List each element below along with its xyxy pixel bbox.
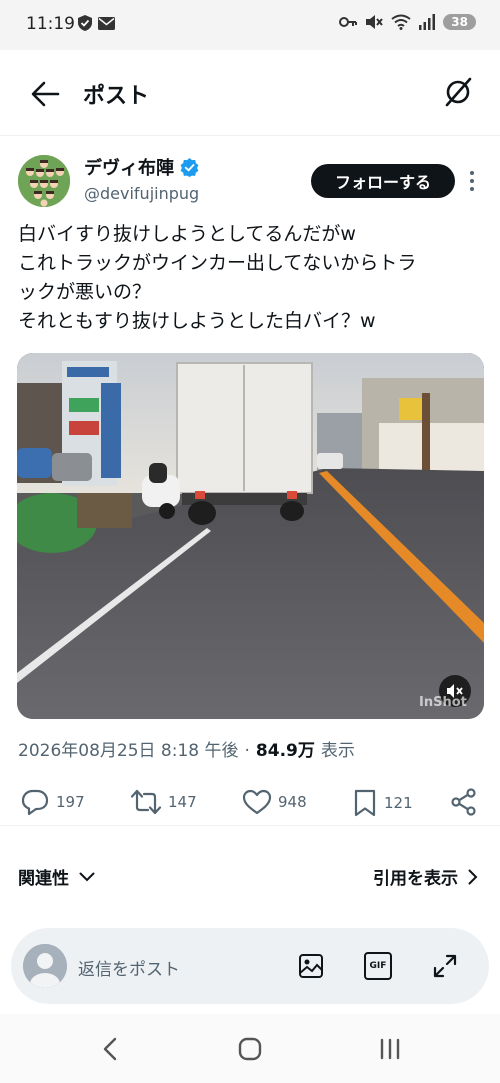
author-name-row[interactable]: デヴィ布陣: [84, 154, 199, 180]
chevron-right-icon: [468, 869, 478, 884]
author-handle[interactable]: @devifujinpug: [84, 184, 199, 203]
battery-indicator: 38: [443, 14, 476, 30]
author-name[interactable]: デヴィ布陣: [84, 154, 174, 180]
wifi-icon: [391, 14, 411, 30]
page-title: ポスト: [83, 84, 150, 109]
bookmark-count: 121: [384, 794, 413, 812]
avatar-formation-image: [18, 155, 70, 207]
view-count-label: 表示: [320, 741, 355, 761]
status-bar: 11:19 38: [0, 0, 500, 50]
mute-icon: [366, 15, 384, 29]
tweet-timestamp[interactable]: 2026年08月25日 8:18 午後: [18, 736, 239, 761]
tweet-text-line: ックが悪いの？: [18, 281, 152, 303]
user-avatar: [23, 944, 67, 988]
like-button[interactable]: 948: [242, 788, 307, 816]
gif-label: GIF: [369, 961, 387, 971]
tweet-text-line: これトラックがウインカー出してないからトラ: [18, 252, 417, 274]
reply-input[interactable]: 返信をポスト: [78, 955, 180, 980]
avatar[interactable]: [18, 155, 70, 207]
follow-button[interactable]: フォローする: [311, 164, 455, 198]
tweet-text: 白バイすり抜けしようとしてるんだがw これトラックがウインカー出してないからトラ…: [18, 220, 484, 336]
default-avatar-icon: [23, 944, 67, 988]
reply-button[interactable]: 197: [20, 788, 85, 816]
sort-relevance-dropdown[interactable]: 関連性: [18, 864, 95, 889]
nav-home-icon[interactable]: [235, 1034, 265, 1064]
bookmark-button[interactable]: 121: [352, 788, 413, 818]
shield-check-icon: [78, 15, 92, 31]
grok-icon[interactable]: [442, 76, 474, 108]
repost-count: 147: [168, 793, 197, 811]
tweet-actions: 197 147 948 121: [0, 780, 500, 826]
video-watermark: InShot: [419, 695, 467, 710]
gif-icon[interactable]: GIF: [364, 952, 392, 980]
reply-composer[interactable]: 返信をポスト GIF: [11, 928, 489, 1004]
tweet-meta: 2026年08月25日 8:18 午後 · 84.9万 表示: [18, 736, 355, 761]
reply-count: 197: [56, 793, 85, 811]
system-nav-bar: [0, 1014, 500, 1083]
view-count: 84.9万: [255, 741, 315, 761]
nav-recents-icon[interactable]: [375, 1034, 405, 1064]
share-icon: [451, 788, 476, 816]
repost-icon: [130, 789, 162, 815]
video-frame-image: [17, 353, 484, 719]
signal-icon: [419, 14, 436, 30]
bookmark-icon: [354, 789, 376, 817]
view-quotes-link[interactable]: 引用を表示: [373, 864, 478, 889]
reply-icon: [21, 789, 49, 816]
tweet-video[interactable]: InShot: [17, 353, 484, 719]
view-quotes-label: 引用を表示: [373, 869, 458, 889]
share-button[interactable]: [450, 788, 478, 816]
like-count: 948: [278, 793, 307, 811]
sort-label: 関連性: [18, 869, 69, 889]
arrow-left-icon[interactable]: [30, 80, 60, 108]
expand-icon[interactable]: [431, 952, 459, 980]
tweet-author: デヴィ布陣 @devifujinpug フォローする: [18, 150, 482, 210]
tweet-text-line: 白バイすり抜けしようとしてるんだがw: [18, 223, 356, 245]
chevron-down-icon: [79, 872, 95, 881]
repost-button[interactable]: 147: [130, 788, 197, 816]
meta-separator: ·: [244, 741, 250, 761]
key-icon: [339, 17, 358, 27]
more-options-icon[interactable]: [462, 168, 482, 194]
status-time: 11:19: [26, 14, 75, 34]
mail-icon: [98, 16, 115, 30]
verified-badge-icon: [180, 157, 199, 177]
image-icon[interactable]: [297, 952, 325, 980]
post-header: ポスト: [0, 50, 500, 136]
nav-back-icon[interactable]: [96, 1034, 126, 1064]
heart-icon: [242, 789, 272, 815]
tweet-text-line: それともすり抜けしようとした白バイ？w: [18, 310, 376, 332]
